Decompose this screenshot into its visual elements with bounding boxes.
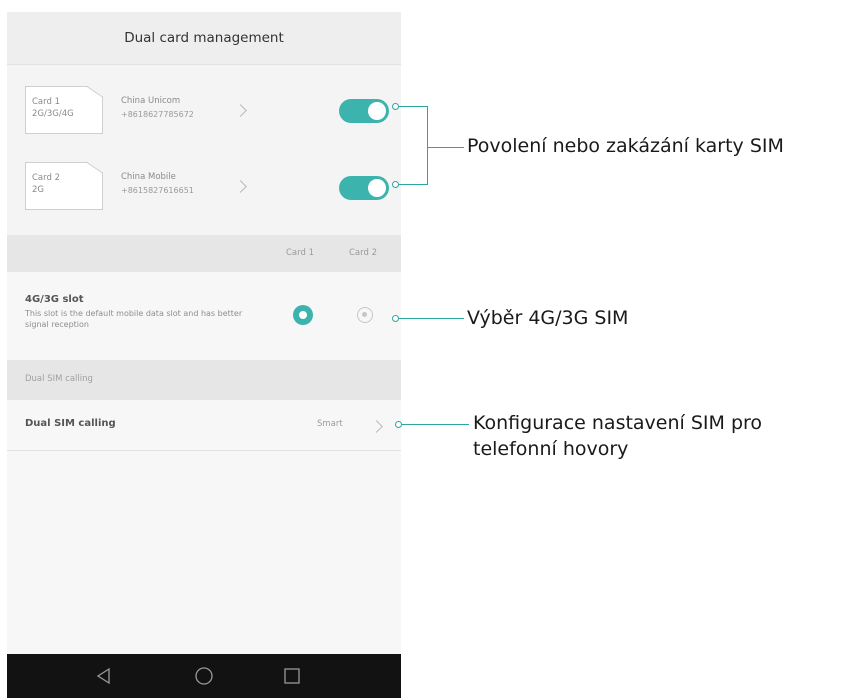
callout-line	[399, 318, 464, 320]
callout-line	[399, 106, 428, 108]
callout-enable-sim: Povolení nebo zakázání karty SIM	[467, 135, 784, 157]
column-card-1: Card 1	[286, 248, 314, 258]
title-bar: Dual card management	[7, 12, 401, 65]
sim-card-row-1[interactable]: Card 1 2G/3G/4G China Unicom +8618627785…	[7, 75, 401, 145]
dual-sim-calling-label: Dual SIM calling	[25, 418, 116, 429]
slot-setting-title: 4G/3G slot	[25, 294, 84, 305]
callout-dot-toggle-1	[392, 103, 399, 110]
card-1-radio-selected[interactable]	[293, 305, 313, 325]
sim-card-2-number: +8615827616651	[121, 186, 194, 195]
sim-card-1-operator-info: China Unicom +8618627785672	[121, 94, 194, 122]
chevron-right-icon	[234, 104, 247, 117]
sim-card-2-operator-info: China Mobile +8615827616651	[121, 170, 194, 198]
slot-setting-description: This slot is the default mobile data slo…	[25, 309, 243, 329]
sim-card-2-operator: China Mobile	[121, 172, 176, 182]
callout-line	[427, 147, 464, 149]
sim-card-1-network: 2G/3G/4G	[32, 109, 74, 119]
phone-screen: Dual card management Card 1 2G/3G/4G Chi…	[7, 12, 401, 698]
sim-card-1-operator: China Unicom	[121, 96, 181, 106]
slot-setting-row: 4G/3G slot This slot is the default mobi…	[7, 272, 401, 360]
sim-card-2-network: 2G	[32, 185, 44, 195]
sim-card-1-toggle[interactable]	[339, 99, 389, 123]
chevron-right-icon	[234, 180, 247, 193]
callout-select-4g: Výběr 4G/3G SIM	[467, 307, 629, 329]
dual-sim-section-label: Dual SIM calling	[25, 374, 93, 384]
sim-card-1-text: Card 1 2G/3G/4G	[32, 96, 102, 120]
navigation-bar	[7, 654, 401, 698]
dual-sim-calling-value: Smart	[317, 419, 343, 429]
recents-square-icon[interactable]	[283, 667, 301, 685]
sim-card-1-slot-label: Card 1	[32, 97, 60, 107]
callout-dot-radio	[392, 315, 399, 322]
callout-line	[402, 424, 469, 426]
toggle-knob	[368, 179, 386, 197]
card-2-radio[interactable]	[357, 307, 373, 323]
callout-line	[399, 184, 428, 186]
chevron-right-icon	[370, 420, 383, 433]
sim-card-row-2[interactable]: Card 2 2G China Mobile +8615827616651	[7, 151, 401, 221]
dual-sim-section-header: Dual SIM calling	[7, 360, 401, 400]
page-title: Dual card management	[124, 30, 284, 46]
home-circle-icon[interactable]	[194, 666, 214, 686]
back-triangle-icon[interactable]	[95, 667, 113, 685]
sim-cards-section: Card 1 2G/3G/4G China Unicom +8618627785…	[7, 65, 401, 235]
sim-card-2-text: Card 2 2G	[32, 172, 102, 196]
card-column-header: Card 1 Card 2	[7, 235, 401, 272]
dual-sim-calling-row[interactable]: Dual SIM calling Smart	[7, 400, 401, 451]
callout-config-sim: Konfigurace nastavení SIM pro telefonní …	[473, 412, 763, 460]
callout-line	[427, 106, 429, 185]
sim-card-1-number: +8618627785672	[121, 110, 194, 119]
toggle-knob	[368, 102, 386, 120]
callout-dot-toggle-2	[392, 181, 399, 188]
sim-card-2-toggle[interactable]	[339, 176, 389, 200]
column-card-2: Card 2	[349, 248, 377, 258]
sim-card-2-slot-label: Card 2	[32, 173, 60, 183]
callout-dot-dual-sim	[395, 421, 402, 428]
